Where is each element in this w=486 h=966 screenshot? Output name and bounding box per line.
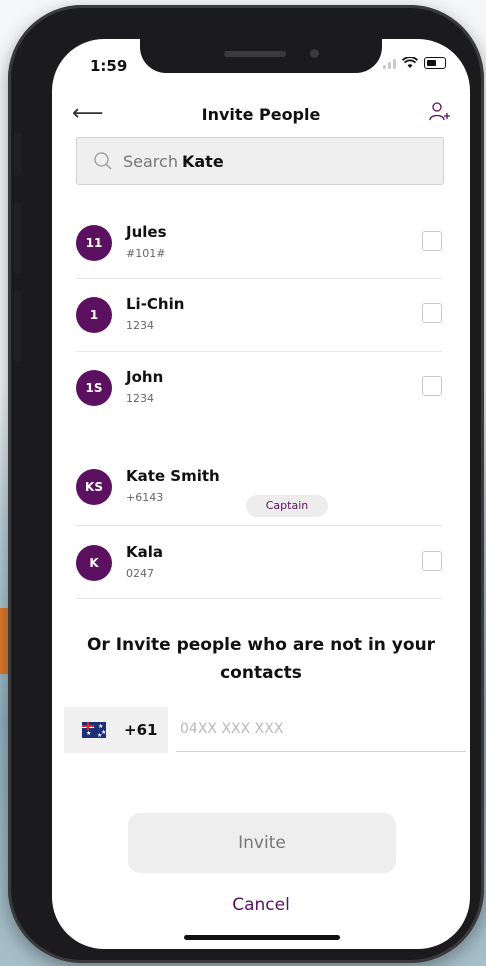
silent-switch <box>14 133 22 175</box>
contact-row-captain[interactable]: KS Kate Smith +6143 Captain <box>76 451 442 523</box>
contact-checkbox[interactable] <box>422 551 442 571</box>
contact-number: 1234 <box>126 319 154 332</box>
avatar: K <box>76 545 112 581</box>
contact-number: +6143 <box>126 491 164 504</box>
country-code-selector[interactable]: ★ ★ ★ ★ +61 <box>64 707 168 753</box>
invite-button[interactable]: Invite <box>128 813 396 873</box>
speaker-grill <box>224 51 286 57</box>
status-time: 1:59 <box>90 57 128 75</box>
phone-frame: 1:59 ⟵ Invite People Search Kate 11 Jule… <box>8 5 484 963</box>
australia-flag-icon: ★ ★ ★ ★ <box>82 722 106 738</box>
search-icon <box>94 152 112 170</box>
notch <box>140 39 382 73</box>
contact-number: #101# <box>126 247 166 260</box>
search-bar[interactable]: Search Kate <box>76 137 444 185</box>
header: ⟵ Invite People <box>52 99 470 129</box>
avatar: 1S <box>76 370 112 406</box>
invite-non-contacts-heading: Or Invite people who are not in your con… <box>86 635 436 683</box>
cancel-link[interactable]: Cancel <box>52 895 470 915</box>
volume-up-button <box>14 203 22 273</box>
contact-name: John <box>126 368 164 386</box>
divider <box>76 598 442 599</box>
country-code: +61 <box>124 721 158 739</box>
home-indicator <box>184 935 340 940</box>
contact-row[interactable]: 1 Li-Chin 1234 <box>76 279 442 351</box>
add-user-icon[interactable] <box>428 101 452 123</box>
search-term: Kate <box>181 151 224 171</box>
contact-checkbox[interactable] <box>422 303 442 323</box>
contact-number: 0247 <box>126 567 154 580</box>
status-icons <box>383 57 446 69</box>
signal-icon <box>383 57 396 69</box>
contact-number: 1234 <box>126 392 154 405</box>
contact-row[interactable]: K Kala 0247 <box>76 527 442 599</box>
contact-checkbox[interactable] <box>422 376 442 396</box>
camera-dot <box>310 49 319 58</box>
contact-checkbox[interactable] <box>422 231 442 251</box>
contact-name: Kate Smith <box>126 467 220 485</box>
phone-number-input[interactable] <box>176 707 466 752</box>
captain-badge: Captain <box>246 495 328 517</box>
wifi-icon <box>402 57 418 68</box>
page-title: Invite People <box>201 105 321 124</box>
battery-icon <box>424 57 446 69</box>
avatar: KS <box>76 469 112 505</box>
divider <box>76 525 442 526</box>
contact-name: Jules <box>126 223 167 241</box>
avatar: 1 <box>76 297 112 333</box>
contact-row[interactable]: 11 Jules #101# <box>76 207 442 279</box>
volume-down-button <box>14 291 22 361</box>
contact-name: Kala <box>126 543 164 561</box>
app-screen: 1:59 ⟵ Invite People Search Kate 11 Jule… <box>52 39 470 949</box>
avatar: 11 <box>76 225 112 261</box>
contact-row[interactable]: 1S John 1234 <box>76 352 442 424</box>
search-placeholder: Search <box>123 151 178 171</box>
contact-name: Li-Chin <box>126 295 185 313</box>
